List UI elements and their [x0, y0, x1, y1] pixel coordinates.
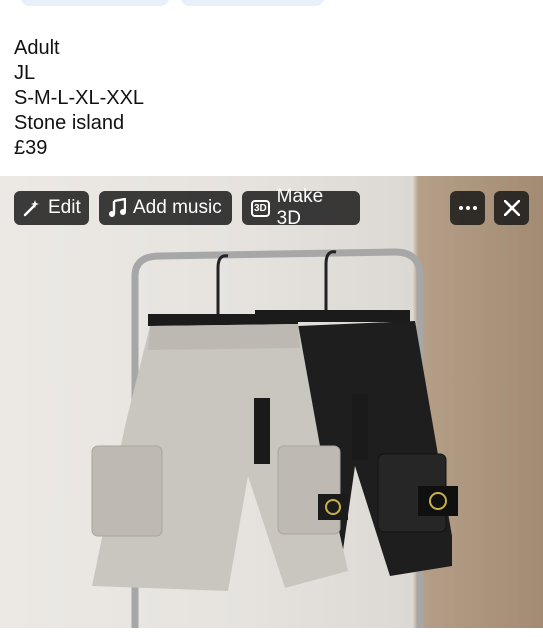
top-chip[interactable]	[20, 0, 170, 6]
make-3d-label: Make 3D	[276, 186, 324, 229]
compass-badge-icon	[418, 486, 458, 516]
description-line: Adult	[14, 37, 60, 59]
music-note-icon	[108, 198, 126, 218]
add-music-button[interactable]: Add music	[99, 191, 232, 225]
description-line: JL	[14, 62, 36, 84]
product-photo[interactable]	[0, 176, 543, 628]
make-3d-button[interactable]: 3D Make 3D	[242, 186, 360, 229]
edit-button[interactable]: Edit	[14, 191, 89, 225]
description-line: £39	[14, 137, 48, 159]
description-line: S-M-L-XL-XXL	[14, 87, 145, 109]
close-icon	[503, 200, 520, 216]
more-dots-icon	[458, 206, 477, 210]
top-chip-row	[20, 0, 325, 6]
price-tag	[254, 398, 270, 464]
edit-label: Edit	[48, 197, 81, 218]
cargo-pocket	[91, 445, 163, 537]
magic-wand-icon	[23, 199, 41, 217]
close-button[interactable]	[494, 191, 529, 225]
waistband	[148, 324, 300, 350]
3d-icon: 3D	[251, 199, 270, 217]
cargo-pocket	[277, 445, 341, 535]
bottom-strip	[0, 628, 543, 640]
more-options-button[interactable]	[450, 191, 485, 225]
hanger-bar	[255, 310, 410, 322]
add-music-label: Add music	[133, 197, 222, 218]
shorts-on-rack-illustration	[91, 248, 458, 628]
hanger-hook	[216, 254, 229, 314]
hanger-hook	[324, 250, 337, 310]
description-line: Stone island	[14, 112, 125, 134]
top-chip[interactable]	[180, 0, 325, 6]
price-tag	[352, 394, 368, 460]
compass-badge-icon	[318, 494, 348, 520]
listing-description: Adult JL S-M-L-XL-XXL Stone island £39	[14, 36, 144, 161]
